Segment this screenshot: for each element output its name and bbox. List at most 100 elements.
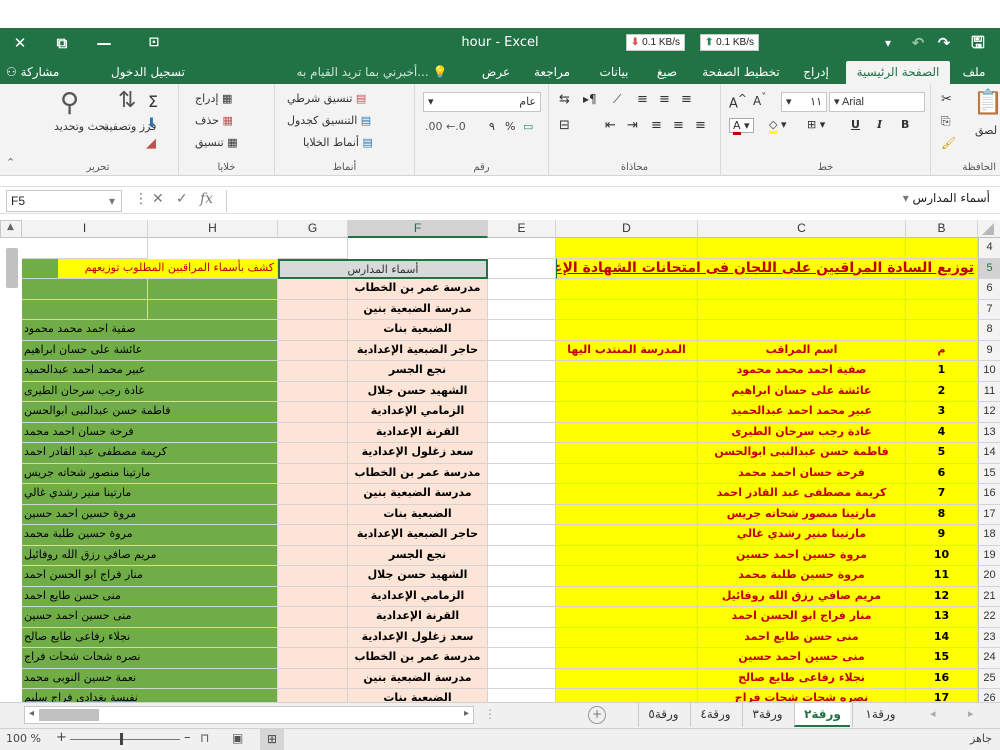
school-cell[interactable]: مدرسة عمر بن الخطاب	[348, 463, 488, 484]
cell-e[interactable]	[488, 504, 556, 525]
ribbon-display-options-button[interactable]: ⊡	[138, 28, 170, 58]
cell-g[interactable]	[278, 402, 348, 423]
cell-b[interactable]	[906, 320, 978, 341]
cell-g[interactable]	[278, 299, 348, 320]
align-right-icon[interactable]: ≡	[695, 118, 706, 133]
school-cell[interactable]: حاجر الضبعية الإعدادية	[348, 340, 488, 361]
shrink-font-icon[interactable]: A˅	[753, 92, 766, 108]
cell-g[interactable]	[278, 586, 348, 607]
paste-button[interactable]: لصق	[975, 124, 997, 137]
tab-home[interactable]: الصفحة الرئيسية	[846, 61, 950, 84]
h-name-cell[interactable]: فاطمة حسن عبدالنبى ابوالحسن	[22, 402, 278, 423]
invigilator-name-cell[interactable]: مروة حسين طلبة محمد	[698, 566, 906, 587]
indent-icon[interactable]: ⇤	[605, 118, 616, 133]
cell-c[interactable]	[698, 320, 906, 341]
insert-function-button[interactable]: fx	[200, 191, 213, 207]
school-cell[interactable]: سعد زغلول الإعدادية	[348, 443, 488, 464]
row-header[interactable]: 21	[978, 586, 1000, 607]
row-header[interactable]: 10	[978, 361, 1000, 382]
column-header[interactable]: B	[906, 220, 978, 238]
cell-c[interactable]	[698, 299, 906, 320]
number-cell[interactable]: 9	[906, 525, 978, 546]
h-name-cell[interactable]: غادة رجب سرحان الطيرى	[22, 381, 278, 402]
format-cells-button[interactable]: تنسيق ▦	[195, 136, 238, 149]
row-header[interactable]: 23	[978, 627, 1000, 648]
paste-clipboard-icon[interactable]: 📋	[973, 88, 1000, 116]
redo-button[interactable]: ↷	[928, 28, 960, 58]
new-sheet-button[interactable]: +	[588, 706, 606, 724]
zoom-level[interactable]: 100 %	[6, 732, 41, 745]
cell-d[interactable]	[556, 525, 698, 546]
h-name-cell[interactable]: نجلاء رفاعى طايع صالح	[22, 627, 278, 648]
cancel-entry-icon[interactable]: ✕	[152, 191, 164, 207]
number-cell[interactable]: 12	[906, 586, 978, 607]
autosum-icon[interactable]: Σ	[148, 92, 158, 111]
cell-d[interactable]	[556, 381, 698, 402]
column-header[interactable]: G	[278, 220, 348, 238]
cell-e[interactable]	[488, 422, 556, 443]
column-header[interactable]: D	[556, 220, 698, 238]
tab-split-handle[interactable]: ⋮	[484, 707, 496, 721]
fill-color-button[interactable]: ◇ ▾	[769, 118, 787, 134]
cell-d[interactable]	[556, 484, 698, 505]
outdent-icon[interactable]: ⇥	[627, 118, 638, 133]
row-header[interactable]: 5	[978, 258, 1000, 279]
cell-d[interactable]	[556, 402, 698, 423]
school-cell[interactable]: القرنة الإعدادية	[348, 422, 488, 443]
cell-e[interactable]	[488, 607, 556, 628]
invigilator-name-cell[interactable]: صفية احمد محمد محمود	[698, 361, 906, 382]
cell-g[interactable]	[278, 566, 348, 587]
h-name-cell[interactable]: نعمة حسين النوبى محمد	[22, 668, 278, 689]
tab-nav-next-icon[interactable]: ▸	[968, 707, 974, 720]
school-cell[interactable]: الشهيد حسن جلال	[348, 381, 488, 402]
number-cell[interactable]: 1	[906, 361, 978, 382]
cell-g[interactable]	[278, 443, 348, 464]
zoom-in-icon[interactable]: +	[56, 730, 67, 745]
main-title-cell[interactable]: توزيع السادة المراقبين على اللجان فى امت…	[556, 258, 978, 279]
h-name-cell[interactable]: عبير محمد احمد عبدالحميد	[22, 361, 278, 382]
row-header[interactable]: 13	[978, 422, 1000, 443]
h-name-cell[interactable]: فرحة حسان احمد محمد	[22, 422, 278, 443]
format-as-table-button[interactable]: التنسيق كجدول ▤	[287, 114, 371, 127]
underline-button[interactable]: U	[851, 118, 860, 131]
eraser-icon[interactable]: ◢	[146, 136, 156, 151]
restore-button[interactable]: ⧉	[46, 28, 78, 58]
minimize-button[interactable]: —	[88, 28, 120, 58]
sheet-tab-3[interactable]: ورقة٣	[742, 703, 792, 727]
number-cell[interactable]: 4	[906, 422, 978, 443]
cell-g[interactable]	[278, 422, 348, 443]
school-header-cell[interactable]: أسماء المدارس	[278, 258, 488, 279]
font-name-select[interactable]: ▾ Arial	[829, 92, 925, 112]
column-header[interactable]: I	[22, 220, 148, 238]
normal-view-icon[interactable]: ⊞	[260, 729, 284, 750]
text-direction-icon[interactable]: ▸¶	[583, 92, 597, 106]
cell-h[interactable]	[148, 279, 278, 300]
scroll-left-icon[interactable]: ◂	[29, 708, 34, 719]
percent-button[interactable]: %	[505, 120, 515, 133]
school-cell[interactable]: نجع الجسر	[348, 545, 488, 566]
number-cell[interactable]: 6	[906, 463, 978, 484]
tab-file[interactable]: ملف	[956, 61, 992, 84]
sheet-tab-2[interactable]: ورقة٢	[794, 703, 850, 727]
cell-e[interactable]	[488, 566, 556, 587]
cell-e[interactable]	[488, 545, 556, 566]
find-select-button[interactable]: بحث وتحديد	[54, 120, 109, 133]
sort-az-icon[interactable]: ⇅	[118, 88, 136, 113]
cell-e[interactable]	[488, 648, 556, 669]
invigilator-name-cell[interactable]: مروة حسين احمد حسين	[698, 545, 906, 566]
conditional-format-button[interactable]: تنسيق شرطي ▤	[287, 92, 366, 105]
school-cell[interactable]: الزمامي الإعدادية	[348, 586, 488, 607]
cell-e[interactable]	[488, 299, 556, 320]
share-button[interactable]: ⚇ مشاركة	[6, 61, 59, 84]
column-header[interactable]: F	[348, 220, 488, 238]
cell-g[interactable]	[278, 320, 348, 341]
vertical-scrollbar[interactable]	[6, 238, 18, 708]
school-cell[interactable]: مدرسة الضبعية بنين	[348, 668, 488, 689]
cell-g[interactable]	[278, 484, 348, 505]
tab-formulas[interactable]: صيغ	[650, 61, 684, 84]
h-name-cell[interactable]: مروة حسين طلبة محمد	[22, 525, 278, 546]
tell-me-box[interactable]: أخبرني بما تريد القيام به... 💡	[278, 61, 466, 84]
bold-button[interactable]: B	[901, 118, 909, 131]
font-size-select[interactable]: ▾ ١١	[781, 92, 827, 112]
row-header[interactable]: 12	[978, 402, 1000, 423]
